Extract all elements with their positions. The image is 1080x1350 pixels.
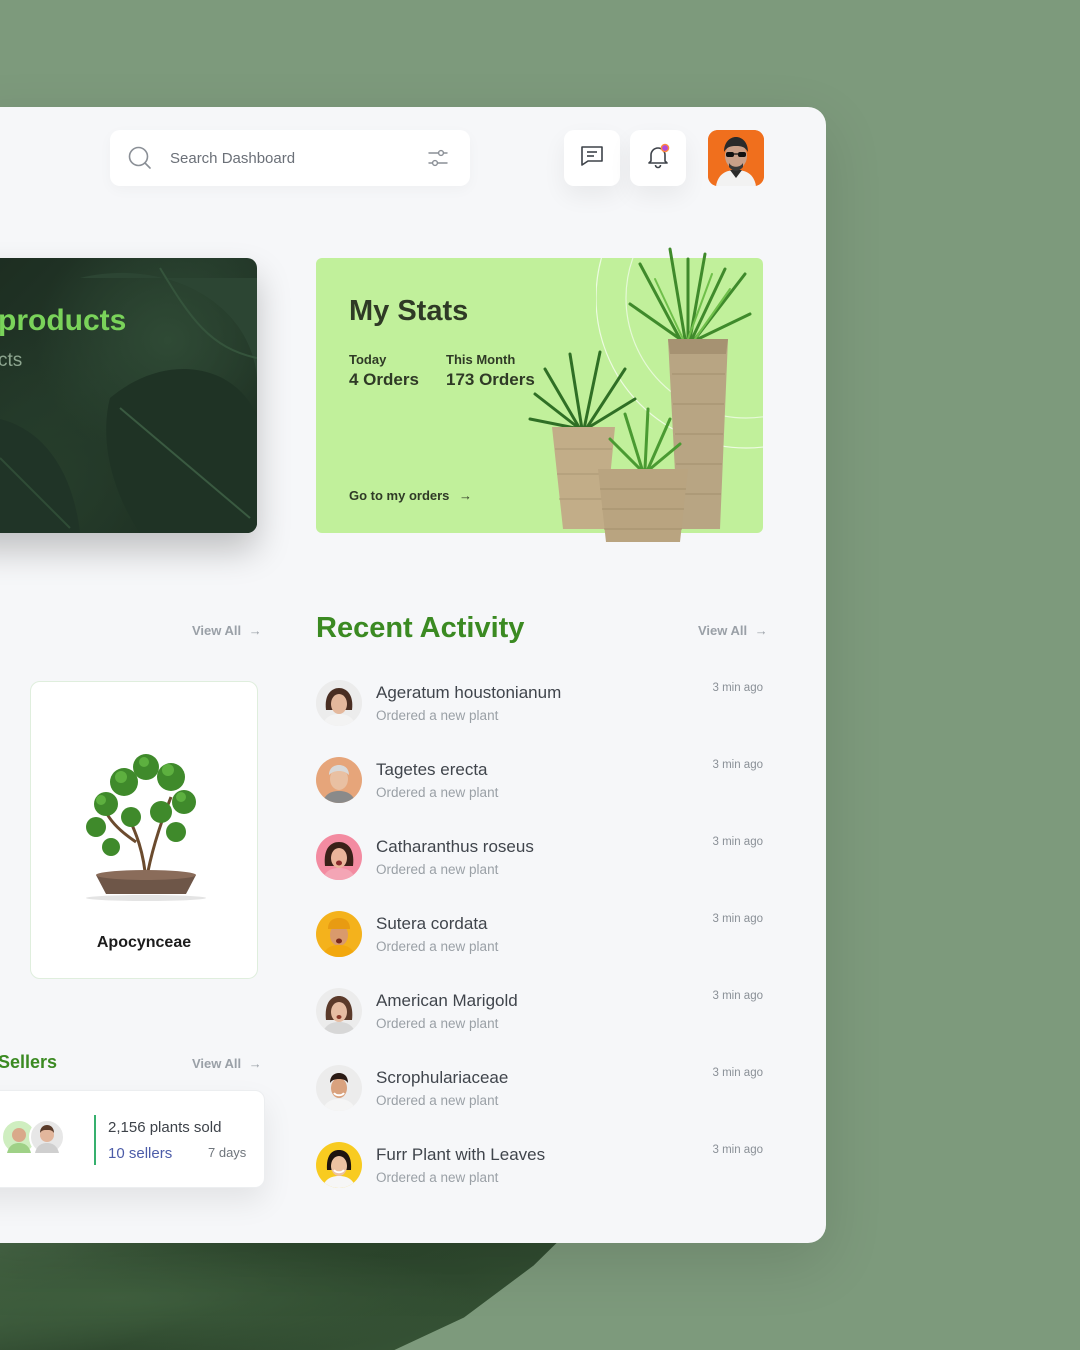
arrow-right-icon: → (248, 623, 262, 638)
products-view-all-link[interactable]: View All → (192, 623, 262, 638)
activity-item[interactable]: Catharanthus roseus Ordered a new plant … (316, 834, 763, 894)
activity-time: 3 min ago (712, 836, 763, 848)
go-to-orders-label: Go to my orders (349, 488, 450, 503)
monstera-leaf-image (0, 267, 257, 533)
activity-desc: Ordered a new plant (376, 1170, 499, 1185)
sellers-view-all-label: View All (192, 1056, 242, 1071)
activity-name: Tagetes erecta (376, 760, 488, 779)
activity-item[interactable]: Scrophulariaceae Ordered a new plant 3 m… (316, 1065, 763, 1125)
sellers-view-all-link[interactable]: View All → (192, 1056, 262, 1071)
activity-name: Sutera cordata (376, 914, 488, 933)
activity-desc: Ordered a new plant (376, 862, 499, 877)
today-value: 4 Orders (349, 370, 419, 389)
sellers-divider (94, 1115, 96, 1165)
activity-time: 3 min ago (712, 1144, 763, 1156)
activity-time: 3 min ago (712, 990, 763, 1002)
activity-name: Scrophulariaceae (376, 1068, 509, 1087)
sellers-card[interactable]: 2,156 plants sold 10 sellers 7 days (0, 1090, 265, 1188)
activity-name: Ageratum houstonianum (376, 683, 562, 702)
activity-desc: Ordered a new plant (376, 708, 499, 723)
activity-avatar (316, 1065, 362, 1111)
search-bar[interactable]: Search Dashboard (110, 130, 470, 186)
activity-time: 3 min ago (712, 1067, 763, 1079)
activity-desc: Ordered a new plant (376, 785, 499, 800)
activity-view-all-label: View All (698, 623, 748, 638)
banner-title: products (0, 304, 127, 337)
activity-avatar (316, 988, 362, 1034)
search-icon (110, 130, 170, 186)
activity-avatar (316, 911, 362, 957)
arrow-right-icon: → (248, 1056, 262, 1071)
arrow-right-icon: → (459, 488, 473, 503)
activity-avatar (316, 757, 362, 803)
plants-sold: 2,156 plants sold (108, 1119, 222, 1136)
messages-button[interactable] (564, 130, 620, 186)
filter-icon[interactable] (406, 130, 470, 186)
activity-desc: Ordered a new plant (376, 939, 499, 954)
activity-desc: Ordered a new plant (376, 1016, 499, 1031)
stats-title: My Stats (349, 295, 469, 327)
month-label: This Month (446, 352, 516, 367)
activity-item[interactable]: Tagetes erecta Ordered a new plant 3 min… (316, 757, 763, 817)
activity-item[interactable]: American Marigold Ordered a new plant 3 … (316, 988, 763, 1048)
activity-avatar (316, 680, 362, 726)
activity-time: 3 min ago (712, 682, 763, 694)
activity-item[interactable]: Sutera cordata Ordered a new plant 3 min… (316, 911, 763, 971)
activity-avatar (316, 834, 362, 880)
user-avatar[interactable] (708, 130, 764, 186)
activity-desc: Ordered a new plant (376, 1093, 499, 1108)
activity-item[interactable]: Ageratum houstonianum Ordered a new plan… (316, 680, 763, 740)
sellers-period: 7 days (208, 1145, 247, 1160)
sellers-count: 10 sellers (108, 1145, 173, 1162)
today-label: Today (349, 352, 387, 367)
message-icon (579, 143, 605, 174)
banner-subtitle: cts (0, 350, 23, 371)
bonsai-plant-image (86, 754, 206, 901)
seller-avatar (29, 1119, 65, 1155)
products-banner[interactable]: products cts (0, 258, 257, 533)
recent-activity-title: Recent Activity (316, 612, 525, 644)
search-input[interactable]: Search Dashboard (170, 150, 406, 167)
arrow-right-icon: → (754, 623, 768, 638)
activity-name: Furr Plant with Leaves (376, 1145, 546, 1164)
product-card[interactable]: Apocynceae (30, 681, 258, 979)
activity-name: American Marigold (376, 991, 518, 1010)
sellers-title: Sellers (0, 1052, 58, 1072)
activity-time: 3 min ago (712, 913, 763, 925)
go-to-orders-link[interactable]: Go to my orders → (349, 488, 472, 503)
notifications-button[interactable] (630, 130, 686, 186)
activity-item[interactable]: Furr Plant with Leaves Ordered a new pla… (316, 1142, 763, 1202)
product-name: Apocynceae (96, 934, 192, 951)
activity-time: 3 min ago (712, 759, 763, 771)
potted-plants-image (528, 247, 752, 542)
bell-icon (644, 142, 672, 175)
products-view-all-label: View All (192, 623, 242, 638)
activity-name: Catharanthus roseus (376, 837, 534, 856)
dashboard-panel: Search Dashboard products cts My Stats T… (0, 107, 826, 1243)
activity-avatar (316, 1142, 362, 1188)
activity-view-all-link[interactable]: View All → (698, 623, 768, 638)
